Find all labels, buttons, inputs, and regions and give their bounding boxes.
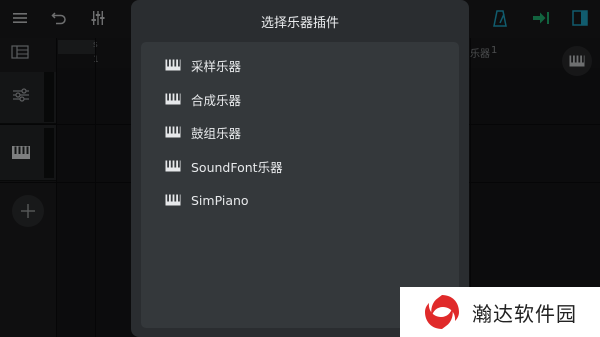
watermark-text: 瀚达软件园 xyxy=(472,302,577,326)
plugin-item-label: 合成乐器 xyxy=(191,92,242,108)
piano-keys-icon xyxy=(165,59,181,71)
site-watermark: 瀚达软件园 xyxy=(400,287,600,337)
plugin-item-label: SimPiano xyxy=(191,192,249,208)
plugin-item-simpiano[interactable]: SimPiano xyxy=(165,189,445,211)
plugin-item-sampler[interactable]: 采样乐器 xyxy=(165,54,445,76)
swirl-logo xyxy=(425,295,459,329)
plugin-item-synth[interactable]: 合成乐器 xyxy=(165,88,445,110)
piano-keys-icon xyxy=(165,194,181,206)
plugin-item-label: SoundFont乐器 xyxy=(191,159,283,175)
piano-keys-icon xyxy=(165,160,181,172)
plugin-item-soundfont[interactable]: SoundFont乐器 xyxy=(165,155,445,177)
piano-keys-icon xyxy=(165,93,181,105)
plugin-item-label: 鼓组乐器 xyxy=(191,125,242,141)
dialog-title: 选择乐器插件 xyxy=(260,16,339,31)
plugin-list: 采样乐器 合成乐器 鼓组乐器 SoundFont乐器 SimPiano xyxy=(141,42,459,328)
plugin-item-drumkit[interactable]: 鼓组乐器 xyxy=(165,121,445,143)
piano-keys-icon xyxy=(165,126,181,138)
plugin-item-label: 采样乐器 xyxy=(191,58,242,74)
